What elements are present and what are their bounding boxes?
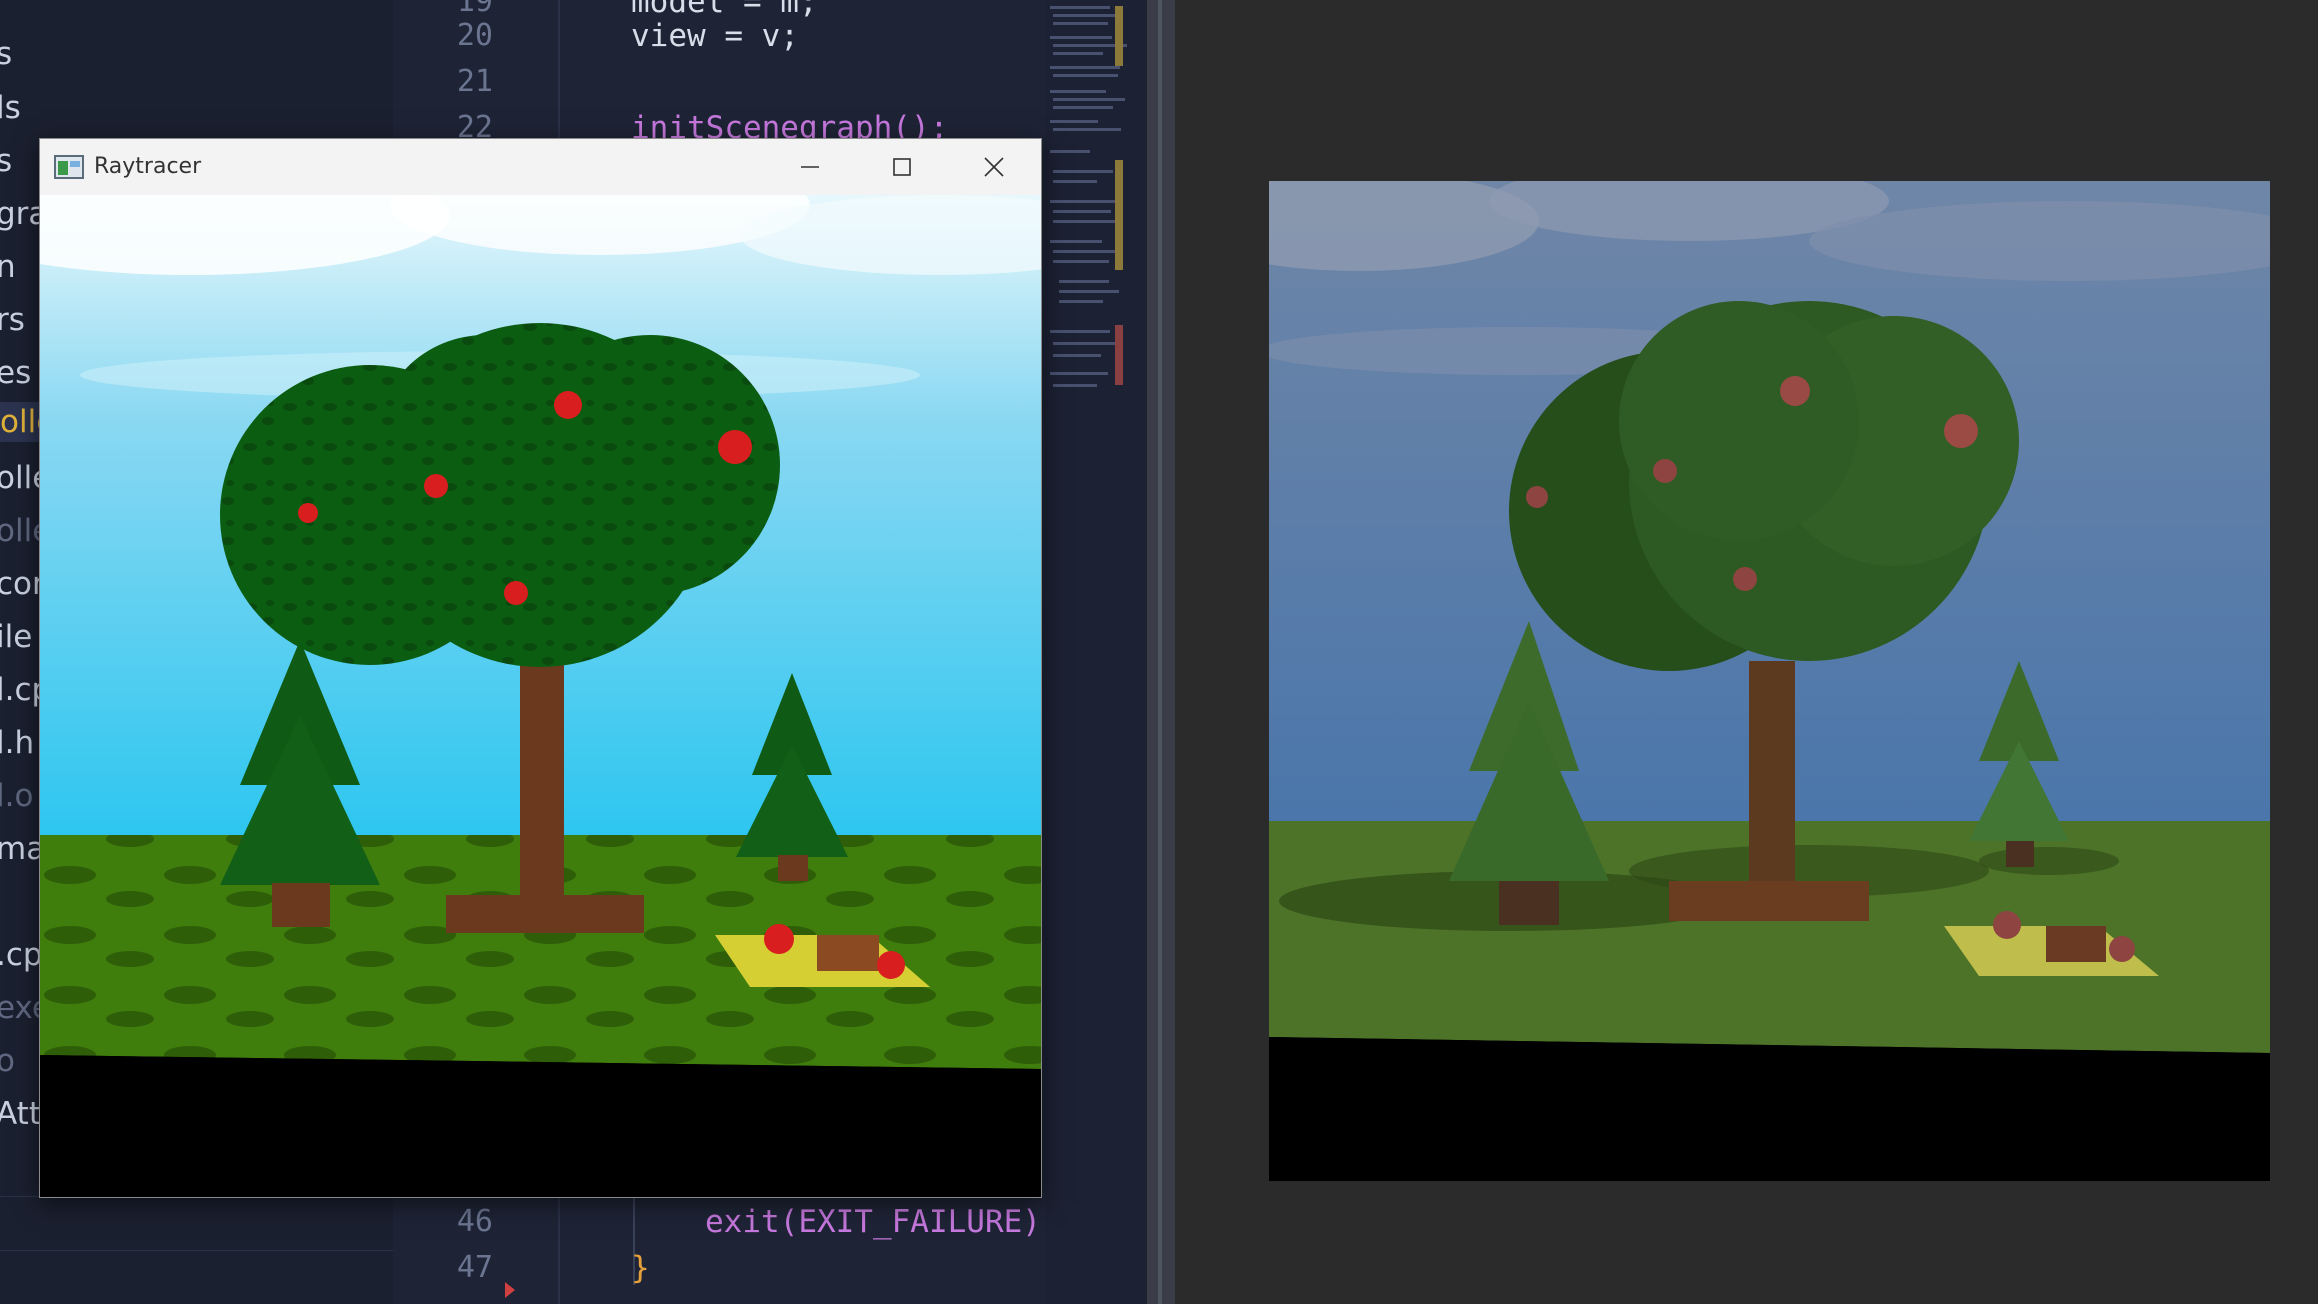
apple xyxy=(718,430,752,464)
opengl-scene-svg xyxy=(40,195,1041,1197)
code-line[interactable]: exit(EXIT_FAILURE) xyxy=(705,1200,1041,1244)
minimap-highlight xyxy=(1115,325,1123,385)
picnic-basket xyxy=(817,935,879,971)
line-number: 21 xyxy=(456,64,493,99)
raytraced-scene-svg xyxy=(1269,181,2270,1181)
apple xyxy=(2109,936,2135,962)
line-number: 20 xyxy=(456,18,493,53)
apple xyxy=(504,581,528,605)
minimap[interactable] xyxy=(1045,0,1145,1304)
line-number: 47 xyxy=(456,1250,493,1285)
picnic-basket xyxy=(2046,926,2106,962)
tree-item[interactable]: o xyxy=(0,1041,15,1081)
window-titlebar[interactable]: Raytracer xyxy=(40,139,1041,195)
apple-tree-trunk xyxy=(520,665,564,905)
apple xyxy=(424,474,448,498)
tree-item[interactable]: n xyxy=(0,247,16,287)
apple xyxy=(764,924,794,954)
raytracer-window[interactable]: Raytracer xyxy=(39,138,1042,1198)
maximize-button[interactable] xyxy=(856,139,948,195)
tree-item[interactable]: l.h xyxy=(0,723,34,763)
breakpoint-marker-icon[interactable] xyxy=(505,1282,515,1298)
minimap-highlight xyxy=(1115,6,1123,66)
apple xyxy=(877,951,905,979)
tree-item[interactable]: s xyxy=(0,34,12,74)
window-title: Raytracer xyxy=(94,154,202,179)
black-floor xyxy=(40,1055,1041,1197)
minimize-button[interactable] xyxy=(764,139,856,195)
apple xyxy=(1780,376,1810,406)
apple xyxy=(1653,459,1677,483)
tree-item[interactable]: s xyxy=(0,141,12,181)
tree-item[interactable]: ile xyxy=(0,617,32,657)
function-name: exit xyxy=(705,1204,780,1240)
apple xyxy=(1944,414,1978,448)
line-number: 46 xyxy=(456,1204,493,1239)
pane-splitter-line xyxy=(1158,0,1162,1304)
close-icon xyxy=(984,157,1004,177)
apple xyxy=(298,503,318,523)
tree-item[interactable]: .cp xyxy=(0,935,43,975)
render-canvas[interactable] xyxy=(40,195,1041,1197)
tree-item[interactable]: es xyxy=(0,353,31,393)
apple xyxy=(1526,486,1548,508)
code-arguments: (EXIT_FAILURE) xyxy=(779,1204,1041,1240)
apple xyxy=(1733,567,1757,591)
app-window-icon xyxy=(54,155,84,179)
tree-item[interactable]: Att xyxy=(0,1094,41,1134)
apple xyxy=(1993,911,2021,939)
ground-shadow-area xyxy=(1269,1037,2270,1181)
close-button[interactable] xyxy=(948,139,1040,195)
apple-tree-trunk xyxy=(1749,661,1795,901)
raytraced-scene-image[interactable] xyxy=(1269,181,2270,1181)
tree-item[interactable]: rs xyxy=(0,300,25,340)
code-line[interactable]: view = v; xyxy=(631,14,799,58)
minimap-highlight xyxy=(1115,160,1123,270)
tree-item[interactable]: l.o xyxy=(0,776,33,816)
apple xyxy=(554,391,582,419)
tree-item[interactable]: ls xyxy=(0,88,21,128)
maximize-icon xyxy=(893,158,911,176)
minimize-icon xyxy=(801,166,819,168)
closing-brace[interactable]: } xyxy=(631,1246,650,1290)
sidebar-divider xyxy=(0,1250,393,1251)
